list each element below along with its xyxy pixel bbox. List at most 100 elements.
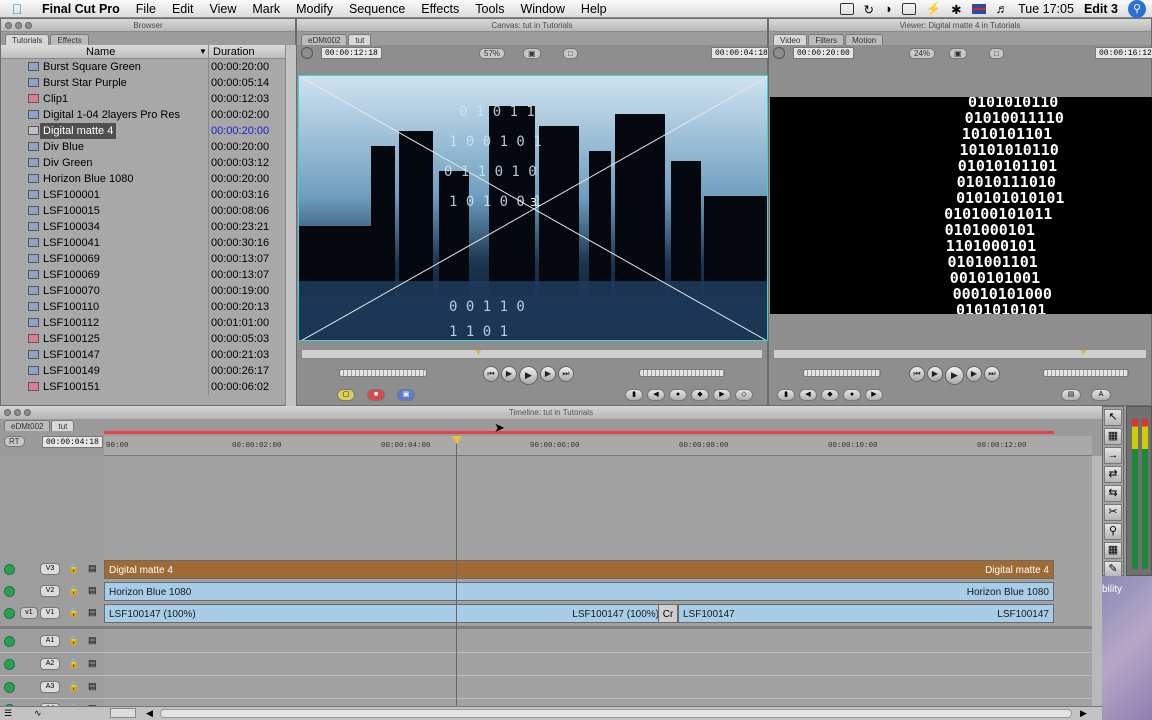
timeline-vertical-scrollbar[interactable]: [1092, 456, 1102, 706]
browser-item[interactable]: LSF100041 00:00:30:16: [1, 235, 285, 251]
wifi-icon[interactable]: ◑: [884, 2, 892, 16]
track-a3-label[interactable]: A3: [40, 681, 60, 693]
viewer-titlebar[interactable]: Viewer: Digital matte 4 in Tutorials: [769, 19, 1151, 32]
viewer-zoom-popup[interactable]: 24%: [909, 48, 936, 59]
play-in-out-icon[interactable]: ▶: [501, 366, 517, 382]
canvas-jog[interactable]: [639, 369, 725, 377]
column-name[interactable]: Name: [86, 45, 115, 59]
display-icon[interactable]: [839, 3, 854, 15]
viewer-duration-timecode[interactable]: 00:00:20:00: [793, 47, 854, 59]
user-menu[interactable]: Edit 3: [1084, 2, 1118, 16]
timeline-minimize-icon[interactable]: [14, 409, 21, 416]
viewer-scrubber[interactable]: ▼: [773, 347, 1147, 359]
crop-tool-icon[interactable]: ▦: [1104, 542, 1122, 559]
viewer-mark-clip-icon[interactable]: ●: [843, 389, 861, 401]
tab-edmt002[interactable]: eDMt002: [301, 34, 348, 45]
auto-select-icon[interactable]: ▤: [88, 658, 97, 669]
edit-selection-tool-icon[interactable]: ▦: [1104, 428, 1122, 445]
viewer-video[interactable]: 0101010110 01010011110 1010101101 101010101…: [770, 97, 1152, 314]
canvas-playhead-icon[interactable]: ▼: [474, 347, 483, 357]
browser-item[interactable]: LSF100112 00:01:01:00: [1, 315, 285, 331]
browser-item[interactable]: LSF100070 00:00:19:00: [1, 283, 285, 299]
add-keyframe-icon[interactable]: ◇: [735, 389, 753, 401]
clip-lsf100147-a[interactable]: LSF100147 (100%) LSF100147 (100%): [104, 604, 664, 623]
zoom-icon[interactable]: [25, 22, 32, 29]
audible-icon[interactable]: [4, 659, 15, 670]
canvas-video[interactable]: 0 1 0 1 1 1 0 0 1 0 1 0 1 1 0 1 0 1 0 1 …: [298, 75, 768, 341]
zoom-slider[interactable]: [110, 708, 136, 718]
tab-tut[interactable]: tut: [348, 34, 372, 45]
uk-flag-icon[interactable]: [971, 4, 986, 14]
insert-edit-icon[interactable]: ▢: [337, 389, 355, 401]
track-height-icon[interactable]: ☰: [4, 708, 12, 719]
bluetooth-icon[interactable]: ✱: [951, 2, 961, 17]
lock-icon[interactable]: 🔒: [68, 658, 79, 669]
browser-item[interactable]: LSF100110 00:00:20:13: [1, 299, 285, 315]
viewer-view-popup-icon[interactable]: ▣: [949, 48, 967, 59]
browser-item[interactable]: LSF100034 00:00:23:21: [1, 219, 285, 235]
track-v2-label[interactable]: V2: [40, 585, 60, 597]
clip-horizon-blue[interactable]: Horizon Blue 1080 Horizon Blue 1080: [104, 582, 1054, 601]
lock-icon[interactable]: 🔒: [68, 607, 79, 618]
mark-clip-icon[interactable]: ●: [669, 389, 687, 401]
browser-item[interactable]: LSF100015 00:00:08:06: [1, 203, 285, 219]
tab-motion[interactable]: Motion: [845, 34, 884, 45]
sort-arrow-icon[interactable]: ▼: [199, 45, 207, 59]
menu-view[interactable]: View: [201, 0, 244, 18]
app-menu[interactable]: Final Cut Pro: [34, 0, 128, 18]
play-icon[interactable]: ▶: [519, 366, 538, 385]
browser-item[interactable]: Digital 1-04 2layers Pro Res 00:00:02:00: [1, 107, 285, 123]
screen-icon[interactable]: [901, 3, 916, 15]
timeline-horizontal-scrollbar[interactable]: [160, 709, 1072, 718]
sync-icon[interactable]: ↻: [864, 2, 874, 17]
timeline-tracks[interactable]: Digital matte 4 Digital matte 4 Horizon …: [0, 456, 1092, 706]
auto-select-icon[interactable]: ▤: [88, 563, 97, 574]
track-a1-label[interactable]: A1: [40, 635, 60, 647]
lock-icon[interactable]: 🔒: [68, 681, 79, 692]
browser-item[interactable]: LSF100125 00:00:05:03: [1, 331, 285, 347]
canvas-titlebar[interactable]: Canvas: tut in Tutorials: [297, 19, 767, 32]
auto-select-icon[interactable]: ▤: [88, 607, 97, 618]
viewer-prev-edit-icon[interactable]: ⏮: [909, 366, 925, 382]
canvas-scrubber[interactable]: ▼: [301, 347, 763, 359]
viewer-shuttle[interactable]: [803, 369, 881, 377]
browser-item[interactable]: LSF100147 00:00:21:03: [1, 347, 285, 363]
timeline-tab-tut[interactable]: tut: [51, 420, 75, 431]
mark-in-icon[interactable]: ◀: [647, 389, 665, 401]
lock-icon[interactable]: 🔒: [68, 563, 79, 574]
view-popup-icon[interactable]: ▣: [523, 48, 541, 59]
timeline-current-timecode[interactable]: 00:00:04:18: [42, 436, 103, 448]
viewer-add-marker-icon[interactable]: ◆: [821, 389, 839, 401]
viewer-jog[interactable]: [1043, 369, 1129, 377]
timeline-playhead-icon[interactable]: [452, 436, 462, 444]
razor-tool-icon[interactable]: ✂: [1104, 504, 1122, 521]
lock-icon[interactable]: 🔒: [68, 585, 79, 596]
timeline-close-icon[interactable]: [4, 409, 11, 416]
battery-icon[interactable]: ⚡: [926, 2, 942, 17]
slip-tool-icon[interactable]: ⇆: [1104, 485, 1122, 502]
volume-icon[interactable]: ♬: [996, 2, 1009, 16]
viewer-mark-out-icon[interactable]: ▶: [865, 389, 883, 401]
browser-item[interactable]: LSF100069 00:00:13:07: [1, 251, 285, 267]
audible-icon[interactable]: [4, 636, 15, 647]
spotlight-icon[interactable]: ⚲: [1128, 0, 1146, 18]
viewer-playhead-icon[interactable]: ▼: [1079, 347, 1088, 357]
menu-edit[interactable]: Edit: [164, 0, 202, 18]
browser-item[interactable]: Horizon Blue 1080 00:00:20:00: [1, 171, 285, 187]
overwrite-edit-icon[interactable]: ■: [367, 389, 385, 401]
track-a2-label[interactable]: A2: [40, 658, 60, 670]
timeline-ruler[interactable]: 00:00 00:00:02:00 00:00:04:00 00:00:06:0…: [104, 436, 1092, 456]
browser-item[interactable]: Div Blue 00:00:20:00: [1, 139, 285, 155]
overlay-popup-icon[interactable]: □: [563, 48, 578, 59]
menu-file[interactable]: File: [128, 0, 164, 18]
auto-select-icon[interactable]: ▤: [88, 681, 97, 692]
clip-digital-matte[interactable]: Digital matte 4 Digital matte 4: [104, 560, 1054, 579]
browser-item[interactable]: LSF100001 00:00:03:16: [1, 187, 285, 203]
lock-icon[interactable]: 🔒: [68, 635, 79, 646]
canvas-duration-timecode[interactable]: 00:00:12:18: [321, 47, 382, 59]
browser-item[interactable]: LSF100151 00:00:06:02: [1, 379, 285, 395]
menu-effects[interactable]: Effects: [413, 0, 467, 18]
match-frame-icon[interactable]: ▮: [625, 389, 643, 401]
timeline-tab-edmt002[interactable]: eDMt002: [4, 420, 51, 431]
timeline-zoom-icon[interactable]: [24, 409, 31, 416]
